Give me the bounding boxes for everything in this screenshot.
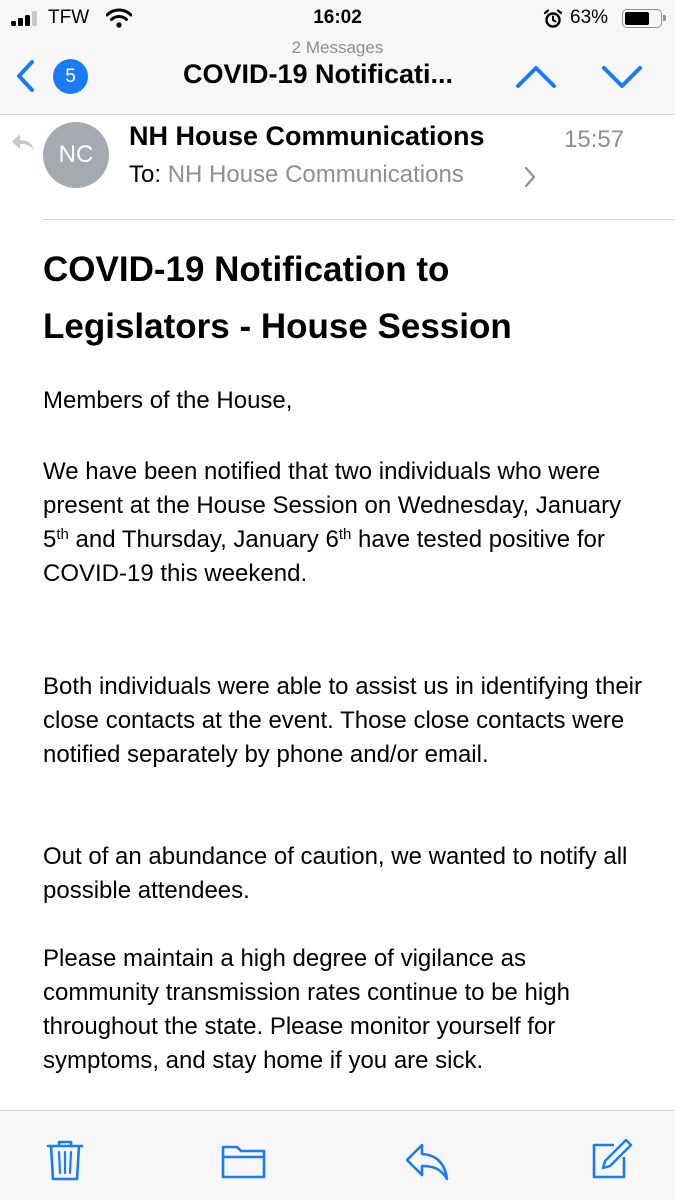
p1-superscript-a: th	[56, 526, 69, 543]
bottom-toolbar	[0, 1110, 675, 1200]
nav-title: COVID-19 Notificati...	[183, 59, 454, 89]
body-paragraph-3: Out of an abundance of caution, we wante…	[43, 843, 628, 904]
email-subject: COVID-19 Notification to Legislators - H…	[43, 250, 512, 346]
message-count: 2 Messages	[291, 38, 384, 57]
status-bar: TFW 16:02 63%	[0, 0, 675, 38]
chevron-up-icon	[516, 66, 556, 88]
sender-name[interactable]: NH House Communications	[129, 121, 485, 152]
reply-button[interactable]	[404, 1137, 450, 1183]
p1-text-b: and Thursday, January 6	[68, 526, 339, 553]
folder-icon	[221, 1145, 266, 1179]
compose-icon	[592, 1138, 633, 1179]
navigation-bar: 2 Messages 5 COVID-19 Notificati...	[0, 38, 675, 115]
battery-percent: 63%	[570, 7, 609, 28]
battery-nub	[663, 15, 666, 21]
mail-screen: TFW 16:02 63% 2 Messages 5 COVID-19 Noti…	[0, 0, 675, 1200]
p1-superscript-b: th	[338, 526, 352, 543]
chevron-down-icon	[602, 66, 642, 88]
next-message-button[interactable]	[600, 62, 644, 92]
greeting: Members of the House,	[43, 387, 293, 414]
battery-icon	[622, 9, 666, 28]
chevron-right-icon[interactable]	[524, 166, 536, 193]
recipient-name[interactable]: NH House Communications	[168, 161, 464, 188]
body-paragraph-2: Both individuals were able to assist us …	[43, 673, 642, 768]
body-paragraph-1: We have been notified that two individua…	[43, 455, 643, 591]
alarm-icon	[543, 9, 563, 34]
move-to-folder-button[interactable]	[220, 1137, 266, 1183]
to-label: To:	[129, 161, 162, 188]
compose-button[interactable]	[588, 1137, 634, 1183]
unread-badge[interactable]: 5	[53, 59, 88, 94]
reply-icon	[405, 1143, 449, 1181]
header-divider	[43, 219, 675, 220]
previous-message-button[interactable]	[514, 62, 558, 92]
top-chrome: TFW 16:02 63% 2 Messages 5 COVID-19 Noti…	[0, 0, 675, 115]
trash-icon	[46, 1140, 84, 1181]
back-button[interactable]	[12, 58, 42, 94]
replied-arrow-icon	[10, 132, 36, 157]
recipient-line[interactable]: To: NH House Communications	[129, 161, 464, 189]
battery-fill	[625, 12, 649, 25]
chevron-left-icon	[17, 60, 34, 92]
body-paragraph-4: Please maintain a high degree of vigilan…	[43, 945, 570, 1074]
sender-avatar[interactable]: NC	[43, 122, 109, 188]
trash-button[interactable]	[42, 1137, 88, 1183]
sent-time: 15:57	[564, 126, 625, 153]
